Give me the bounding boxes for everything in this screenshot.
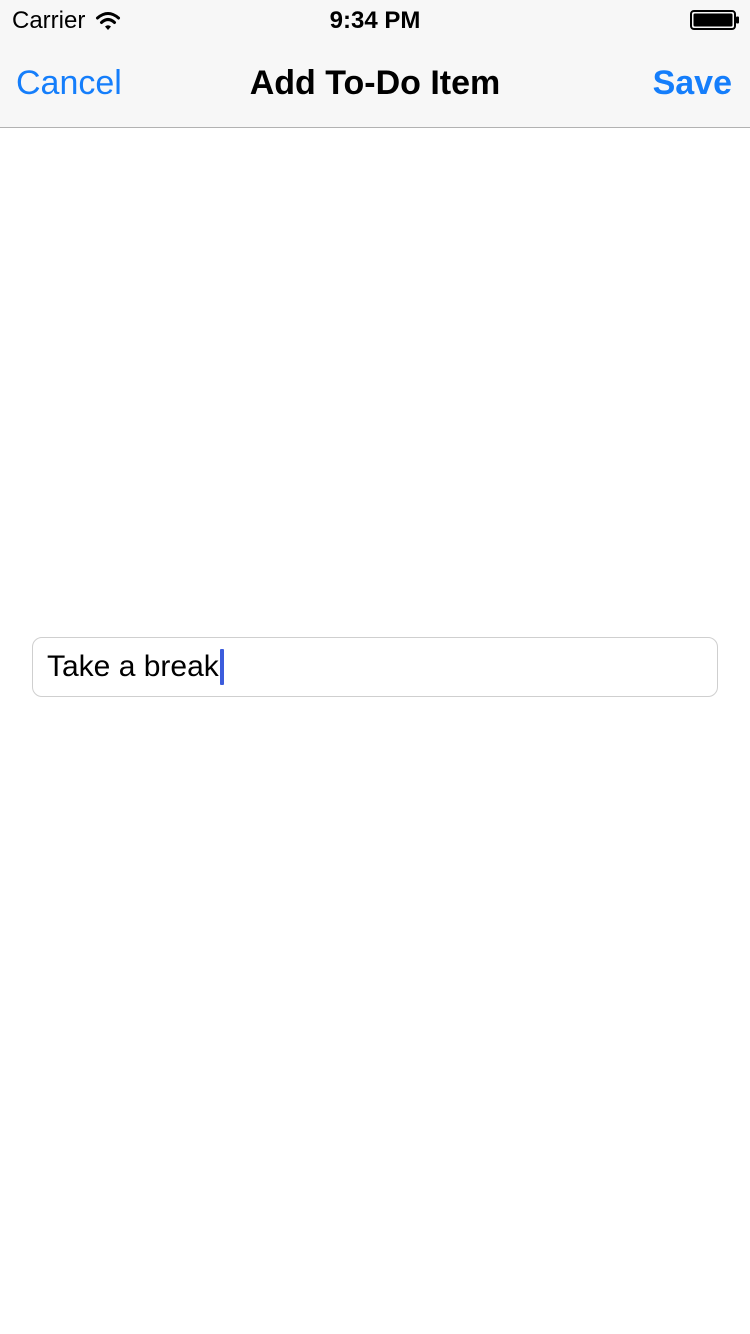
todo-item-field[interactable]: Take a break xyxy=(32,637,718,697)
navigation-bar: Cancel Add To-Do Item Save xyxy=(0,40,750,128)
text-cursor xyxy=(219,649,224,685)
page-title: Add To-Do Item xyxy=(249,64,501,102)
status-time: 9:34 PM xyxy=(329,7,421,34)
save-button[interactable]: Save xyxy=(653,64,732,103)
top-bar: Carrier 9:34 PM Cancel Add To-Do Item Sa… xyxy=(0,0,750,128)
status-bar: Carrier 9:34 PM xyxy=(0,0,750,40)
todo-item-input-value[interactable]: Take a break xyxy=(47,650,219,684)
battery-icon xyxy=(690,10,739,30)
screen: Carrier 9:34 PM Cancel Add To-Do Item Sa… xyxy=(0,0,750,1334)
